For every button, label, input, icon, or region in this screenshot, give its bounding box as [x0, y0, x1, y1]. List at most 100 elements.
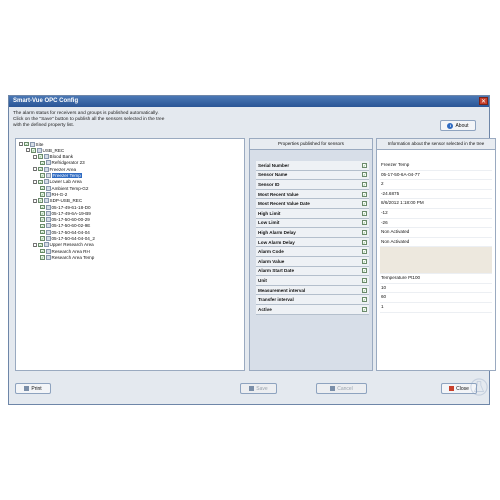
tree-expander-icon[interactable]: - — [33, 179, 37, 184]
property-checkbox[interactable]: ✓ — [362, 258, 367, 264]
tree-node[interactable]: ✓ 05-17-50-60-02-9E — [40, 223, 90, 229]
tree-node[interactable]: ✓ RH-G-2 — [40, 191, 67, 197]
tree-checkbox[interactable]: ✓ — [38, 166, 43, 172]
property-checkbox[interactable]: ✓ — [362, 181, 367, 187]
tree-checkbox[interactable]: ✓ — [38, 198, 43, 203]
info-value: -12 — [380, 209, 492, 219]
tree-node[interactable]: ✓ 05-17-50-64-04-04 — [40, 229, 90, 235]
about-button[interactable]: i About — [440, 120, 476, 131]
instruction-line-3: with the defined property list. — [13, 123, 75, 129]
property-checkbox[interactable]: ✓ — [362, 249, 367, 255]
property-row: Most Recent Value Date ✓ — [256, 199, 369, 209]
info-value: Non Activated — [380, 238, 492, 248]
tree-node[interactable]: ✓ Freezer Temp — [40, 173, 82, 179]
tree-checkbox[interactable]: ✓ — [38, 179, 43, 185]
tree-node[interactable]: ✓ Ambient Temp-G2 — [40, 185, 88, 191]
tree-checkbox[interactable]: ✓ — [38, 154, 43, 159]
sensor-icon — [45, 254, 51, 260]
property-checkbox[interactable]: ✓ — [362, 306, 367, 312]
tree-node[interactable]: - ✓ Lower Lab Area — [33, 179, 82, 185]
info-value: -26 — [380, 219, 492, 229]
properties-header: Properties published for sensors — [250, 139, 372, 150]
property-checkbox[interactable]: ✓ — [362, 277, 367, 283]
property-checkbox[interactable]: ✓ — [362, 229, 367, 235]
tree-checkbox[interactable]: ✓ — [40, 229, 45, 235]
tree-node[interactable]: ✓ 05-17-50-64-04-04_2 — [40, 236, 95, 242]
property-row: Active ✓ — [256, 304, 369, 315]
sensor-tree[interactable]: - ✓ Site - ✓ USB_REC - ✓ Blood Bank ✓ Refridgerato… — [15, 138, 245, 371]
tree-node[interactable]: - ✓ USB_REC — [26, 147, 64, 153]
printer-icon — [24, 386, 30, 391]
tree-node[interactable]: ✓ Research Area Temp — [40, 254, 94, 260]
property-row: Sensor Name ✓ — [256, 170, 369, 181]
tree-checkbox[interactable]: ✓ — [40, 211, 45, 216]
title-bar[interactable]: Smart-Vue OPC Config ✕ — [9, 96, 489, 107]
property-label: Low Limit — [258, 220, 280, 226]
tree-checkbox[interactable]: ✓ — [38, 242, 43, 248]
tree-node[interactable]: ✓ 05-17-49-61-18-D0 — [40, 204, 91, 210]
tree-node[interactable]: ✓ Refridgerator 23 — [40, 160, 85, 166]
tree-checkbox[interactable]: ✓ — [31, 148, 36, 153]
tree-node[interactable]: - ✓ Site — [19, 141, 43, 147]
tree-checkbox[interactable]: ✓ — [40, 173, 45, 178]
property-label: Transfer interval — [258, 297, 294, 303]
window-close-icon[interactable]: ✕ — [479, 97, 488, 105]
print-button[interactable]: Print — [15, 383, 51, 394]
property-checkbox[interactable]: ✓ — [362, 191, 367, 197]
property-label: Most Recent Value Date — [258, 201, 310, 207]
tree-node-label: USB_REC — [42, 147, 65, 153]
tree-expander-icon[interactable]: - — [33, 198, 37, 203]
tree-node[interactable]: ✓ Research Area RH — [40, 248, 90, 254]
property-checkbox[interactable]: ✓ — [362, 172, 367, 178]
tree-checkbox[interactable]: ✓ — [40, 192, 45, 197]
tree-node-label: Site — [35, 141, 44, 147]
tree-expander-icon[interactable]: - — [33, 154, 37, 159]
tree-node[interactable]: ✓ 05-17-49-6A-19-B9 — [40, 210, 91, 216]
tree-node-label: 05-17-50-60-02-9E — [51, 223, 91, 229]
sensor-icon — [45, 160, 51, 166]
tree-checkbox[interactable]: ✓ — [40, 160, 45, 166]
tree-node-label: SDP-USB_REC — [49, 198, 83, 204]
tree-checkbox[interactable]: ✓ — [40, 248, 45, 254]
info-icon: i — [447, 122, 454, 129]
tree-checkbox[interactable]: ✓ — [40, 255, 45, 260]
tree-node[interactable]: - ✓ Freezer Area — [33, 166, 76, 172]
cancel-icon — [330, 386, 336, 391]
info-value: 2 — [380, 180, 492, 190]
property-label: Sensor Name — [258, 172, 288, 178]
tree-node-label: Lower Lab Area — [49, 179, 82, 185]
tree-checkbox[interactable]: ✓ — [40, 236, 45, 241]
tree-checkbox[interactable]: ✓ — [24, 141, 29, 147]
property-checkbox[interactable]: ✓ — [362, 239, 367, 245]
tree-node[interactable]: ✓ 05-17-50-60-00-29 — [40, 217, 90, 223]
property-label: High Alarm Delay — [258, 229, 296, 235]
property-checkbox[interactable]: ✓ — [362, 268, 367, 274]
tree-checkbox[interactable]: ✓ — [40, 217, 45, 222]
close-button-label: Close — [456, 385, 469, 392]
tree-checkbox[interactable]: ✓ — [40, 223, 45, 229]
tree-checkbox[interactable]: ✓ — [40, 204, 45, 210]
tree-node[interactable]: - ✓ Upper Research Area — [33, 242, 94, 248]
sensor-info-panel: Information about the sensor selected in… — [376, 138, 496, 371]
tree-node[interactable]: - ✓ Blood Bank — [33, 154, 73, 160]
property-checkbox[interactable]: ✓ — [362, 162, 367, 168]
tree-expander-icon[interactable]: - — [33, 242, 37, 247]
tree-expander-icon[interactable]: - — [33, 167, 37, 172]
tree-expander-icon[interactable]: - — [26, 148, 30, 153]
sensor-icon — [45, 191, 51, 197]
save-button[interactable]: Save — [240, 383, 277, 394]
tree-expander-icon[interactable]: - — [19, 142, 23, 147]
property-checkbox[interactable]: ✓ — [362, 220, 367, 226]
tree-node-label: Upper Research Area — [49, 242, 94, 248]
cancel-button[interactable]: Cancel — [316, 383, 367, 394]
property-checkbox[interactable]: ✓ — [362, 297, 367, 303]
property-row: Transfer interval ✓ — [256, 295, 369, 305]
property-checkbox[interactable]: ✓ — [362, 210, 367, 216]
tree-node-label: Blood Bank — [49, 154, 74, 160]
tree-checkbox[interactable]: ✓ — [40, 185, 45, 191]
property-checkbox[interactable]: ✓ — [362, 201, 367, 207]
property-checkbox[interactable]: ✓ — [362, 287, 367, 293]
property-row: Alarm Code ✓ — [256, 247, 369, 257]
properties-list: Serial Number ✓ Sensor Name ✓ Sensor ID ✓ Most… — [256, 161, 369, 315]
tree-node[interactable]: - ✓ SDP-USB_REC — [33, 198, 82, 204]
